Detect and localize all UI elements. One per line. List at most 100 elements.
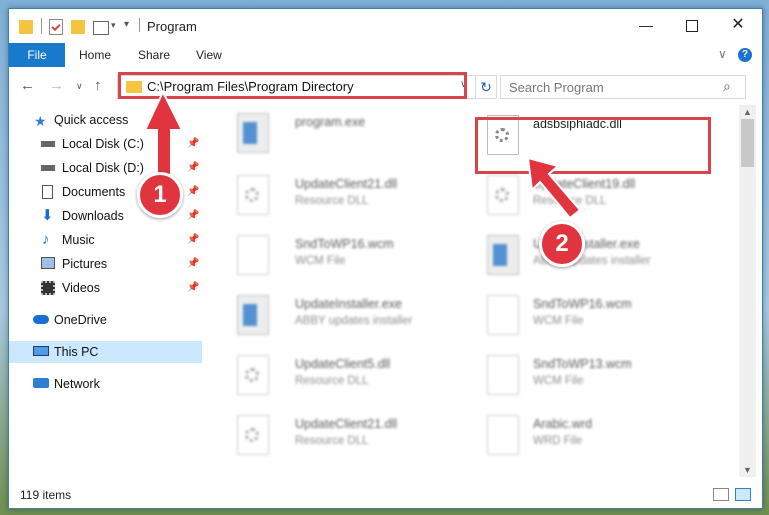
file-item[interactable]: UpdateInstaller.exe ABBY updates install… (479, 231, 711, 281)
file-item[interactable]: SndToWP16.wcm WCM File (479, 291, 711, 341)
file-item[interactable]: program.exe (229, 109, 461, 159)
item-count: 119 items (20, 488, 72, 502)
navigation-bar: ← → ∨ ↑ C:\Program Files\Program Directo… (9, 71, 762, 101)
chevron-down-icon[interactable]: ▾ (111, 20, 116, 36)
scroll-up-icon[interactable]: ▲ (743, 107, 752, 117)
maximize-icon (686, 20, 698, 33)
file-name: SndToWP16.wcm (295, 237, 394, 251)
search-box[interactable]: Search Program ⌕ (500, 75, 746, 99)
document-file-icon (487, 295, 519, 335)
pin-icon[interactable]: 📌 (187, 181, 199, 203)
pin-icon[interactable]: 📌 (187, 157, 199, 179)
search-icon: ⌕ (723, 78, 731, 94)
document-file-icon (487, 415, 519, 455)
sidebar-item-label: OneDrive (54, 313, 107, 327)
sidebar-item-local-disk-c[interactable]: Local Disk (C:) 📌 (9, 133, 202, 155)
sidebar-item-network[interactable]: Network (9, 373, 202, 395)
file-name: UpdateClient21.dll (295, 177, 398, 191)
file-item[interactable]: Arabic.wrd WRD File (479, 411, 711, 461)
exe-file-icon (237, 295, 269, 335)
file-type: WCM File (295, 255, 346, 267)
sidebar-item-pictures[interactable]: Pictures 📌 (9, 253, 202, 275)
file-item[interactable]: UpdateClient5.dll Resource DLL (229, 351, 461, 401)
pictures-icon (41, 257, 55, 269)
expand-ribbon-icon[interactable]: ∨ (718, 47, 727, 61)
new-folder-icon[interactable] (71, 20, 85, 34)
properties-icon[interactable] (49, 19, 63, 35)
file-type: WRD File (533, 435, 583, 447)
address-highlight-box (118, 72, 467, 99)
drive-icon (41, 165, 55, 171)
view-menu-icon[interactable] (93, 21, 109, 35)
sidebar-item-onedrive[interactable]: OneDrive (9, 309, 202, 331)
sidebar-item-music[interactable]: ♪ Music 📌 (9, 229, 202, 251)
close-icon: ✕ (731, 16, 745, 33)
up-arrow-icon[interactable]: ↑ (94, 77, 102, 94)
back-arrow-icon[interactable]: ← (20, 77, 35, 94)
tab-view[interactable]: View (196, 43, 222, 67)
tab-share[interactable]: Share (138, 43, 170, 67)
vertical-scrollbar[interactable]: ▲ ▼ (739, 105, 756, 477)
sidebar-item-videos[interactable]: Videos 📌 (9, 277, 202, 299)
sidebar-item-label: Quick access (54, 113, 129, 127)
pin-icon[interactable]: 📌 (187, 229, 199, 251)
file-name: program.exe (295, 115, 366, 129)
file-item[interactable]: SndToWP13.wcm WCM File (479, 351, 711, 401)
recent-locations-icon[interactable]: ∨ (76, 81, 83, 92)
documents-icon (42, 185, 53, 199)
details-view-icon[interactable] (713, 488, 729, 501)
sidebar-item-label: Local Disk (C:) (62, 137, 144, 151)
sidebar-item-label: This PC (54, 345, 99, 359)
pin-icon[interactable]: 📌 (187, 205, 199, 227)
customize-toolbar-icon[interactable]: ▾ (124, 19, 129, 35)
music-icon: ♪ (42, 231, 50, 248)
document-file-icon (237, 235, 269, 275)
step-2-badge: 2 (539, 221, 585, 267)
minimize-button[interactable]: — (623, 9, 669, 41)
dll-file-icon (237, 415, 269, 455)
document-file-icon (487, 355, 519, 395)
tab-home[interactable]: Home (79, 43, 111, 67)
file-item[interactable]: UpdateClient19.dll Resource DLL (479, 171, 711, 221)
file-name: UpdateClient5.dll (295, 357, 391, 371)
scroll-down-icon[interactable]: ▼ (743, 465, 752, 475)
pin-icon[interactable]: 📌 (187, 253, 199, 275)
close-button[interactable]: ✕ (715, 9, 761, 41)
file-type: ABBY updates installer (295, 315, 413, 327)
file-highlight-box (475, 117, 711, 174)
navigation-pane: ★ Quick access Local Disk (C:) 📌 Local D… (9, 105, 206, 477)
dll-file-icon (237, 175, 269, 215)
window-title: Program (147, 19, 197, 34)
search-input[interactable]: Search Program (509, 80, 604, 95)
file-type: WCM File (533, 315, 584, 327)
large-icons-view-icon[interactable] (735, 488, 751, 501)
exe-file-icon (487, 235, 519, 275)
file-item[interactable]: UpdateInstaller.exe ABBY updates install… (229, 291, 461, 341)
network-icon (33, 378, 49, 388)
pin-icon[interactable]: 📌 (187, 133, 199, 155)
status-bar: 119 items (9, 484, 762, 506)
file-item[interactable]: UpdateClient21.dll Resource DLL (229, 411, 461, 461)
sidebar-item-label: Documents (62, 185, 126, 199)
tab-file[interactable]: File (9, 43, 65, 67)
file-item[interactable]: UpdateClient21.dll Resource DLL (229, 171, 461, 221)
maximize-button[interactable] (669, 9, 715, 41)
file-name: Arabic.wrd (533, 417, 593, 431)
dll-file-icon (237, 355, 269, 395)
sidebar-item-this-pc[interactable]: This PC (9, 341, 202, 363)
file-item[interactable]: SndToWP16.wcm WCM File (229, 231, 461, 281)
sidebar-item-label: Pictures (62, 257, 108, 271)
scrollbar-thumb[interactable] (741, 119, 754, 167)
file-name: UpdateInstaller.exe (295, 297, 403, 311)
pin-icon[interactable]: 📌 (187, 277, 199, 299)
help-icon[interactable]: ? (738, 48, 752, 62)
file-name: SndToWP13.wcm (533, 357, 632, 371)
file-type: Resource DLL (295, 435, 369, 447)
sidebar-item-quick-access[interactable]: ★ Quick access (9, 109, 202, 131)
title-bar: ▾ ▾ Program — ✕ (9, 9, 762, 41)
file-type: WCM File (533, 375, 584, 387)
forward-arrow-icon[interactable]: → (49, 77, 64, 94)
step-1-badge: 1 (137, 172, 183, 218)
drive-icon (41, 141, 55, 147)
refresh-icon[interactable]: ↻ (475, 76, 496, 98)
